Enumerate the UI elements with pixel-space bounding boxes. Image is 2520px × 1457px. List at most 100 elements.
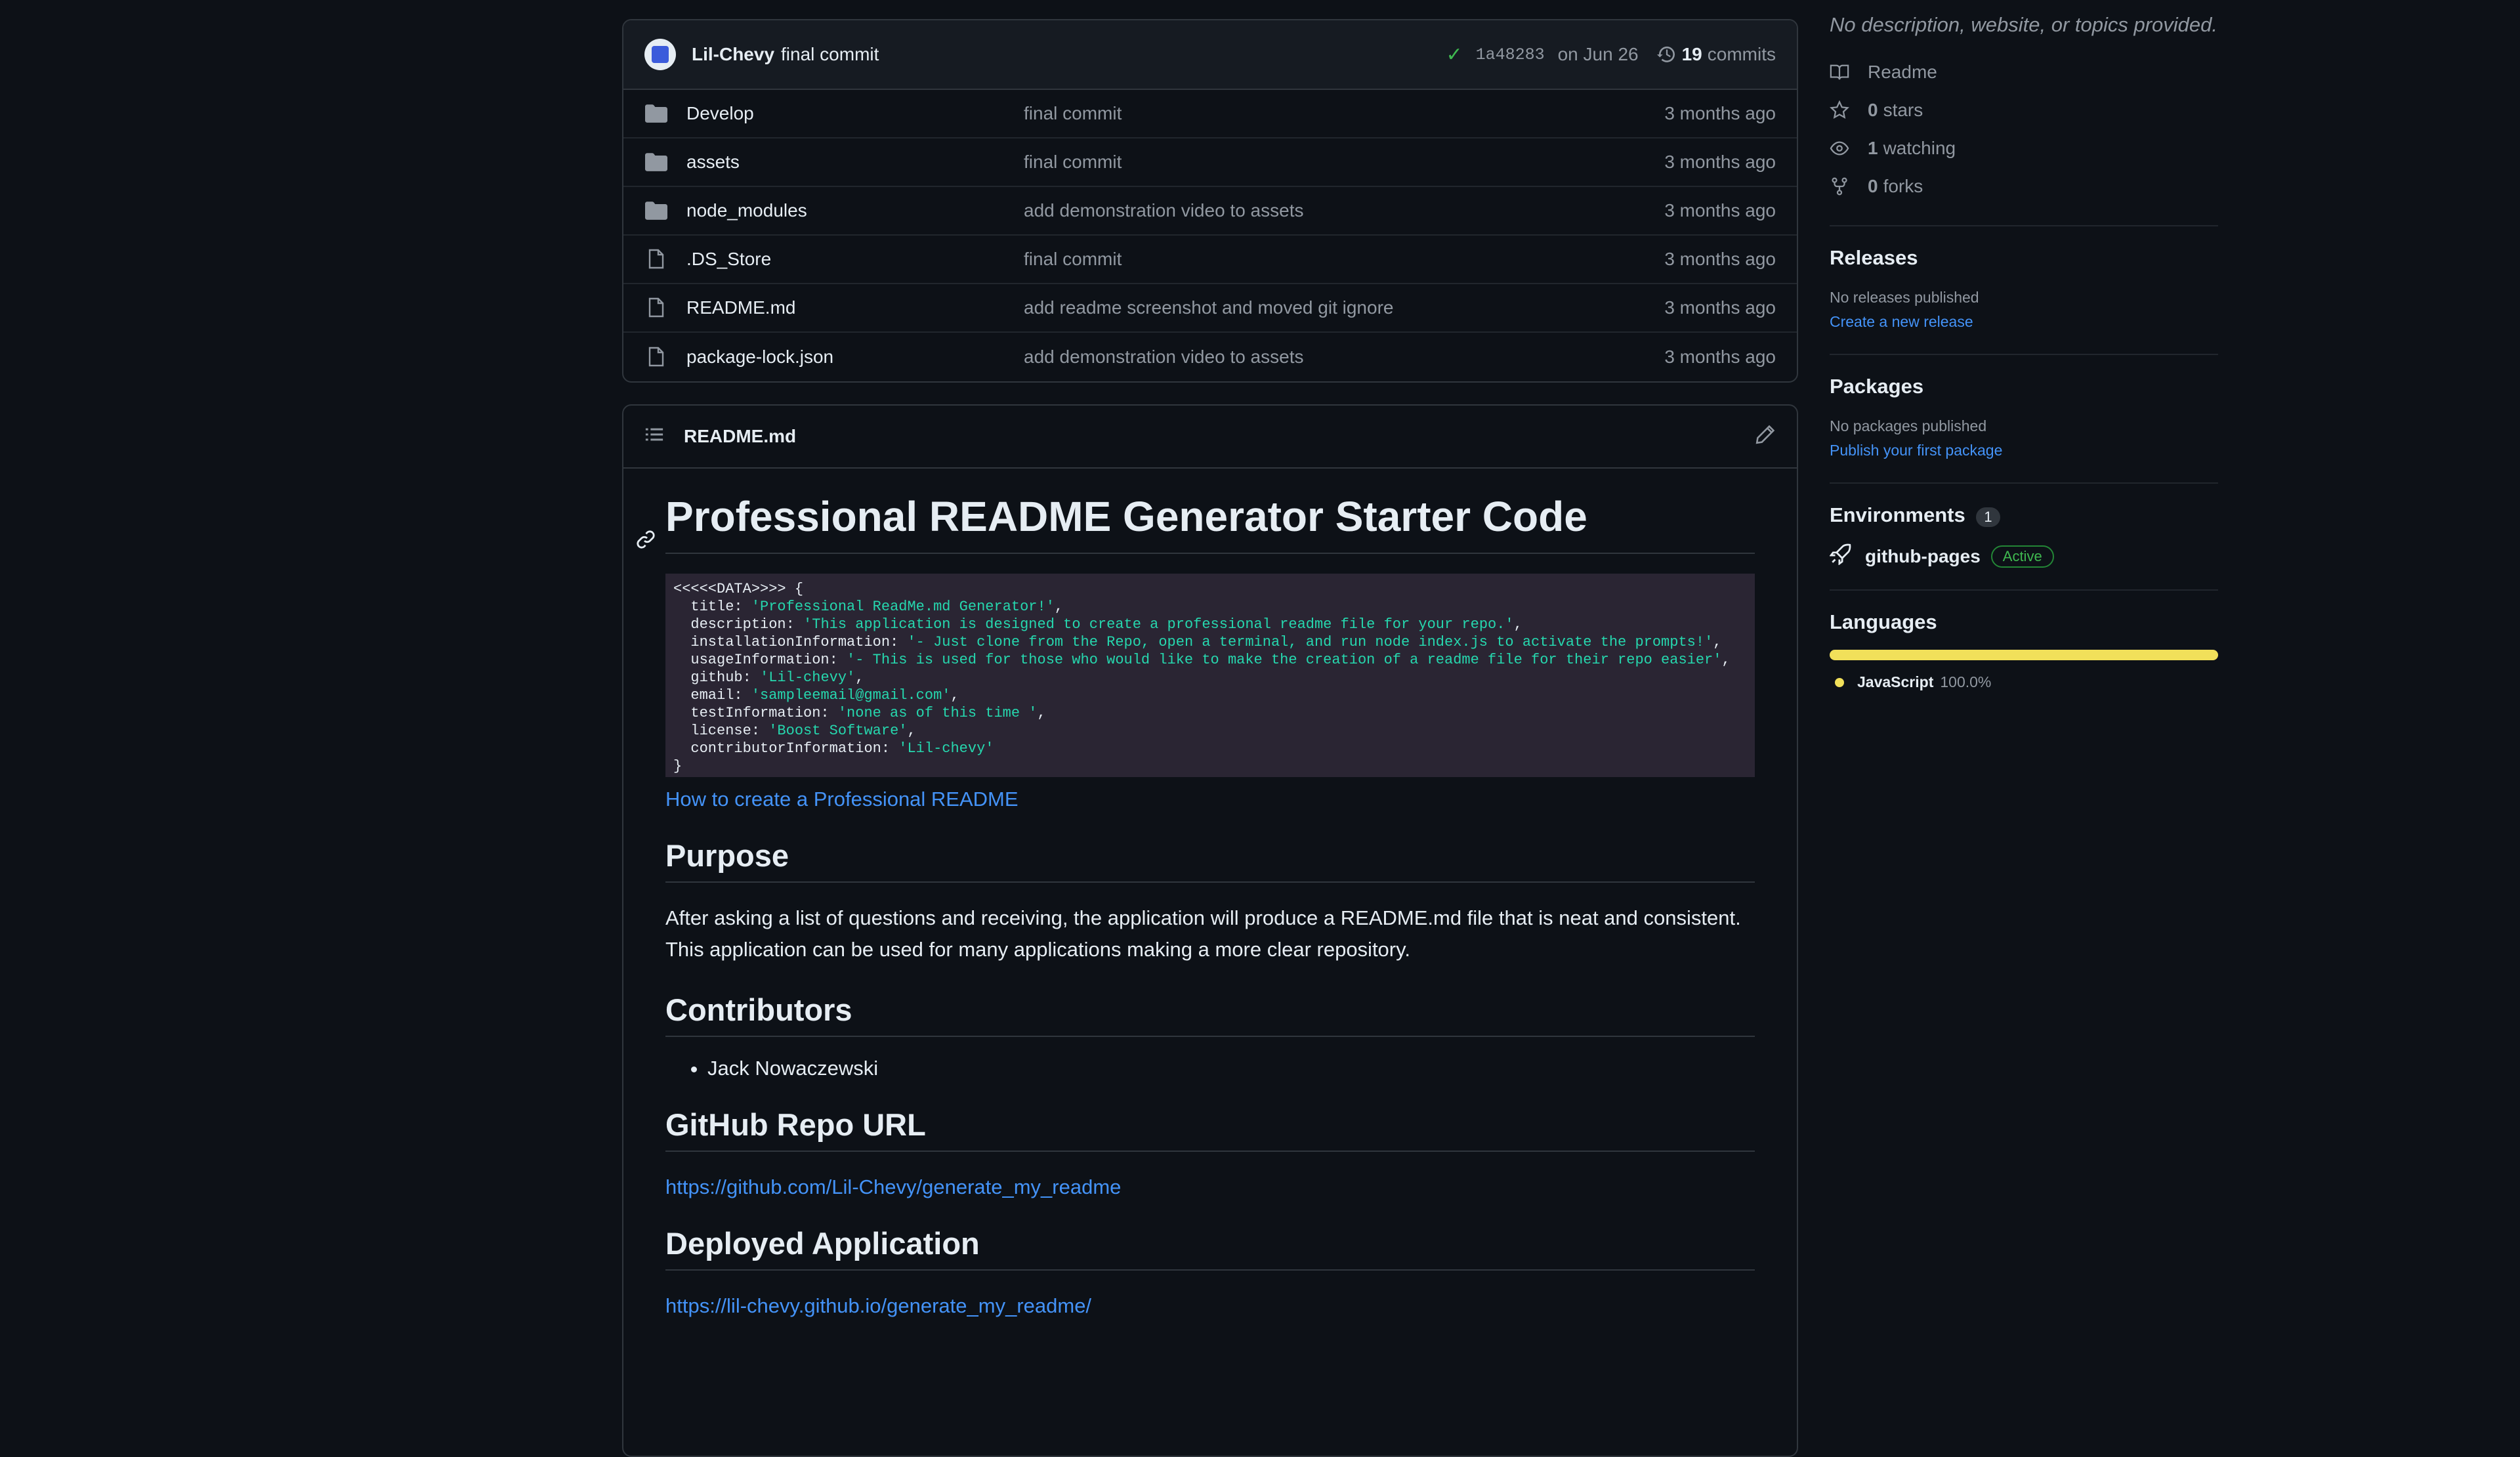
code-line: contributorInformation: 'Lil-chevy' — [673, 740, 1747, 757]
file-row[interactable]: package-lock.json add demonstration video… — [623, 333, 1797, 381]
environments-count-badge: 1 — [1976, 507, 2000, 527]
commits-label[interactable]: commits — [1708, 44, 1776, 65]
file-name-link[interactable]: assets — [686, 152, 1024, 173]
code-string: 'Boost Software' — [768, 723, 908, 739]
folder-icon — [644, 152, 668, 173]
check-icon[interactable]: ✓ — [1446, 43, 1462, 66]
file-name-link[interactable]: .DS_Store — [686, 249, 1024, 270]
watching-link[interactable]: 1 watching — [1830, 129, 2218, 167]
file-commit-time: 3 months ago — [1664, 347, 1776, 367]
readme-meta-link[interactable]: Readme — [1830, 53, 2218, 91]
stars-link[interactable]: 0 stars — [1830, 91, 2218, 129]
readme-header: README.md — [623, 406, 1797, 469]
divider — [1830, 354, 2218, 355]
file-commit-message[interactable]: add demonstration video to assets — [1024, 347, 1664, 368]
commit-author[interactable]: Lil-Chevy — [692, 44, 774, 65]
folder-icon — [644, 200, 668, 221]
language-name: JavaScript — [1857, 673, 1934, 690]
folder-icon — [644, 103, 668, 124]
file-commit-message[interactable]: final commit — [1024, 152, 1664, 173]
code-key: <<<<<DATA>>>> { — [673, 581, 804, 597]
code-key: installationInformation: — [673, 634, 908, 650]
code-string: 'Lil-chevy' — [898, 740, 994, 757]
file-row[interactable]: .DS_Store final commit 3 months ago — [623, 236, 1797, 284]
code-punct: , — [907, 723, 916, 739]
code-string: 'sampleemail@gmail.com' — [751, 687, 951, 704]
edit-pencil-icon[interactable] — [1755, 424, 1776, 450]
environments-label: Environments — [1830, 503, 1965, 526]
status-badge: Active — [1990, 545, 2054, 568]
forks-link[interactable]: 0 forks — [1830, 167, 2218, 205]
file-commit-time: 3 months ago — [1664, 152, 1776, 172]
packages-none: No packages published — [1830, 417, 1987, 434]
contributors-heading: Contributors — [665, 992, 1755, 1037]
environment-name[interactable]: github-pages — [1865, 546, 1981, 567]
file-commit-message[interactable]: final commit — [1024, 103, 1664, 124]
code-key: github: — [673, 669, 761, 686]
commit-message[interactable]: final commit — [781, 44, 879, 65]
language-item[interactable]: JavaScript 100.0% — [1830, 673, 2218, 691]
readme-content: Professional README Generator Starter Co… — [623, 492, 1797, 1318]
environments-heading[interactable]: Environments 1 — [1830, 503, 2218, 527]
code-key: license: — [673, 723, 769, 739]
file-row[interactable]: node_modules add demonstration video to a… — [623, 187, 1797, 236]
howto-link[interactable]: How to create a Professional README — [665, 788, 1755, 811]
environment-item[interactable]: github-pages Active — [1829, 543, 2218, 570]
file-icon — [644, 297, 668, 318]
code-string: 'Professional ReadMe.md Generator!' — [751, 599, 1055, 615]
code-string: '- Just clone from the Repo, open a term… — [907, 634, 1713, 650]
code-key: testInformation: — [673, 705, 838, 721]
link-anchor-icon[interactable] — [635, 529, 656, 555]
avatar[interactable] — [644, 39, 676, 70]
file-commit-message[interactable]: add demonstration video to assets — [1024, 200, 1664, 221]
file-commit-message[interactable]: final commit — [1024, 249, 1664, 270]
watching-count: 1 — [1868, 138, 1878, 158]
code-punct: , — [950, 687, 959, 704]
file-name-link[interactable]: Develop — [686, 103, 1024, 124]
file-name-link[interactable]: node_modules — [686, 200, 1024, 221]
code-string: '- This is used for those who would like… — [847, 652, 1722, 668]
star-icon — [1830, 100, 1852, 120]
file-row[interactable]: assets final commit 3 months ago — [623, 138, 1797, 187]
language-color-dot — [1835, 677, 1844, 687]
file-row[interactable]: Develop final commit 3 months ago — [623, 90, 1797, 138]
stars-count: 0 — [1868, 100, 1878, 120]
contributors-list: Jack Nowaczewski — [665, 1057, 1755, 1080]
latest-commit-bar: Lil-Chevy final commit ✓ 1a48283 on Jun … — [623, 20, 1797, 90]
publish-package-link[interactable]: Publish your first package — [1830, 438, 2218, 463]
file-name-link[interactable]: package-lock.json — [686, 347, 1024, 368]
stars-label: stars — [1883, 100, 1923, 120]
code-punct: , — [1054, 599, 1064, 615]
file-name-link[interactable]: README.md — [686, 297, 1024, 318]
about-description: No description, website, or topics provi… — [1830, 13, 2218, 36]
code-key: } — [673, 758, 682, 774]
releases-heading[interactable]: Releases — [1830, 246, 2218, 270]
file-commit-time: 3 months ago — [1664, 103, 1776, 123]
code-string: 'Lil-chevy' — [760, 669, 856, 686]
packages-heading[interactable]: Packages — [1830, 375, 2218, 398]
file-commit-message[interactable]: add readme screenshot and moved git igno… — [1024, 297, 1664, 318]
list-icon[interactable] — [644, 425, 664, 449]
code-line: testInformation: 'none as of this time '… — [673, 704, 1747, 722]
deployed-heading: Deployed Application — [665, 1225, 1755, 1271]
code-punct: , — [1713, 634, 1722, 650]
file-icon — [644, 249, 668, 270]
code-key: description: — [673, 616, 804, 633]
deployed-url-link[interactable]: https://lil-chevy.github.io/generate_my_… — [665, 1294, 1755, 1318]
readme-label: Readme — [1868, 62, 1937, 82]
commit-hash[interactable]: 1a48283 — [1476, 45, 1545, 64]
divider — [1830, 482, 2218, 484]
code-key: usageInformation: — [673, 652, 847, 668]
repo-url-heading: GitHub Repo URL — [665, 1107, 1755, 1152]
code-punct: , — [855, 669, 864, 686]
divider — [1830, 225, 2218, 226]
create-release-link[interactable]: Create a new release — [1830, 310, 2218, 334]
readme-panel: README.md Professional README Generator … — [622, 404, 1798, 1457]
releases-none: No releases published — [1830, 289, 1979, 306]
history-icon[interactable] — [1656, 45, 1677, 64]
repo-url-link[interactable]: https://github.com/Lil-Chevy/generate_my… — [665, 1175, 1755, 1199]
readme-filename[interactable]: README.md — [684, 426, 796, 447]
file-row[interactable]: README.md add readme screenshot and moved… — [623, 284, 1797, 333]
repo-sidebar: No description, website, or topics provi… — [1829, 0, 2218, 691]
commit-count[interactable]: 19 — [1682, 44, 1702, 65]
